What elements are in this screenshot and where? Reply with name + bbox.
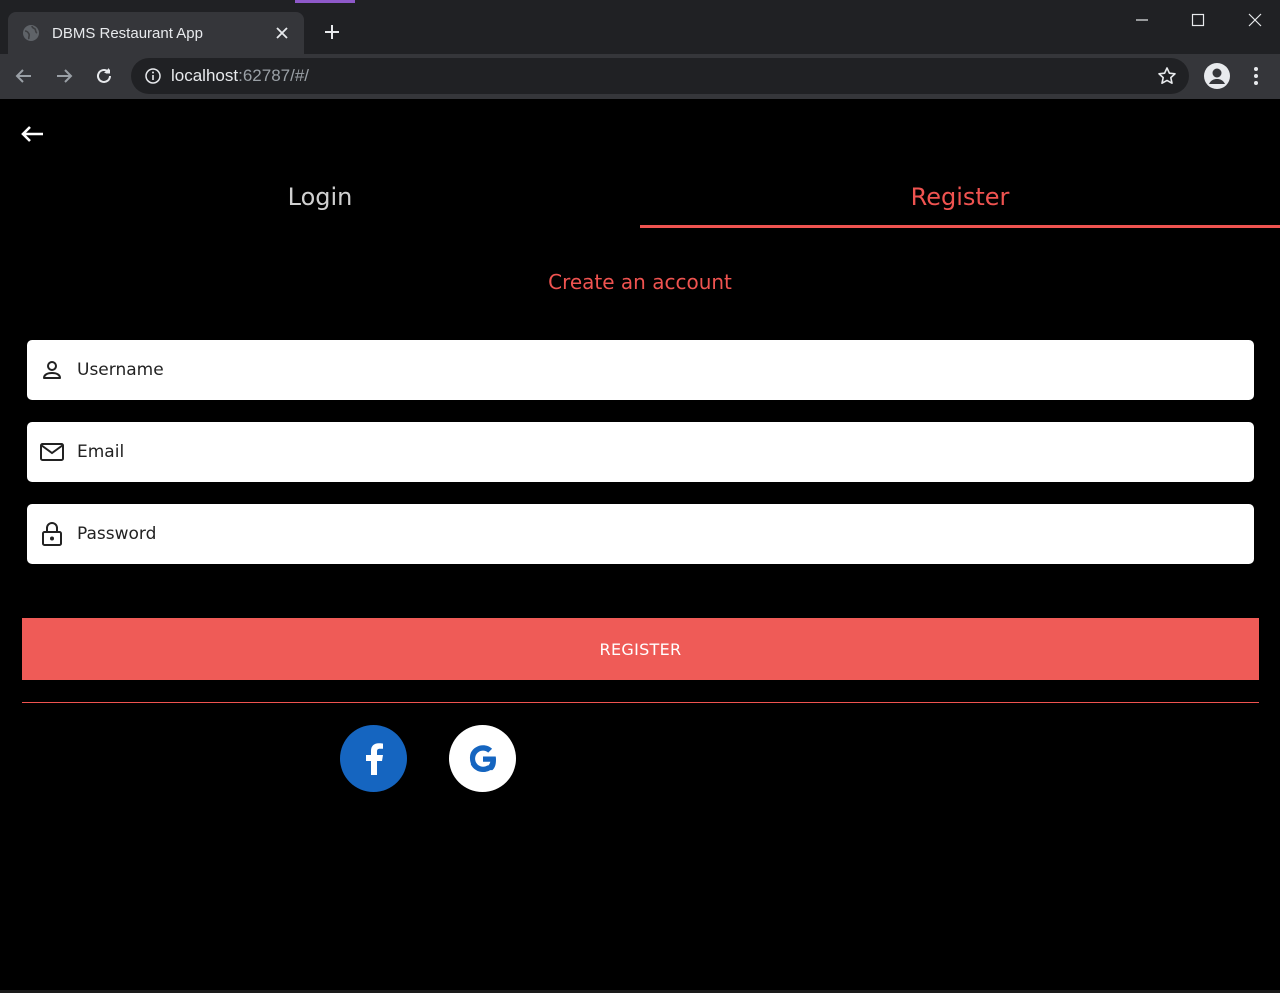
tab-register[interactable]: Register xyxy=(640,168,1280,226)
password-field[interactable] xyxy=(27,504,1254,564)
url-path: :62787/#/ xyxy=(238,66,310,85)
minimize-icon[interactable] xyxy=(1128,6,1156,34)
register-button[interactable]: REGISTER xyxy=(22,618,1259,680)
browser-titlebar: DBMS Restaurant App xyxy=(0,0,1280,54)
profile-avatar-icon[interactable] xyxy=(1202,61,1232,91)
bookmark-star-icon[interactable] xyxy=(1155,64,1179,88)
address-bar[interactable]: localhost:62787/#/ xyxy=(131,58,1189,94)
username-input[interactable] xyxy=(77,340,1254,400)
tab-login[interactable]: Login xyxy=(0,168,640,226)
facebook-login-button[interactable] xyxy=(340,725,407,792)
email-field[interactable] xyxy=(27,422,1254,482)
email-input[interactable] xyxy=(77,422,1254,482)
back-arrow-icon[interactable] xyxy=(10,62,38,90)
forward-arrow-icon[interactable] xyxy=(50,62,78,90)
reload-icon[interactable] xyxy=(90,62,118,90)
facebook-icon xyxy=(363,742,385,775)
page-title: Create an account xyxy=(548,270,732,294)
tab-strip-accent xyxy=(295,0,355,3)
mail-icon xyxy=(39,439,65,465)
new-tab-button[interactable] xyxy=(318,18,346,46)
password-input[interactable] xyxy=(77,504,1254,564)
url-host: localhost xyxy=(171,66,239,85)
back-arrow-icon[interactable] xyxy=(16,120,48,148)
tab-title: DBMS Restaurant App xyxy=(52,24,203,42)
person-icon xyxy=(39,357,65,383)
google-icon xyxy=(467,743,499,775)
close-tab-icon[interactable] xyxy=(272,23,292,43)
globe-icon xyxy=(22,24,40,42)
close-window-icon[interactable] xyxy=(1241,6,1269,34)
maximize-icon[interactable] xyxy=(1184,6,1212,34)
username-field[interactable] xyxy=(27,340,1254,400)
google-login-button[interactable] xyxy=(449,725,516,792)
divider xyxy=(22,702,1259,703)
lock-icon xyxy=(39,521,65,547)
more-options-icon[interactable] xyxy=(1244,62,1268,90)
browser-tab[interactable]: DBMS Restaurant App xyxy=(8,12,304,54)
active-tab-indicator xyxy=(640,225,1280,228)
auth-tabs: Login Register xyxy=(0,168,1280,230)
info-icon[interactable] xyxy=(145,68,161,84)
